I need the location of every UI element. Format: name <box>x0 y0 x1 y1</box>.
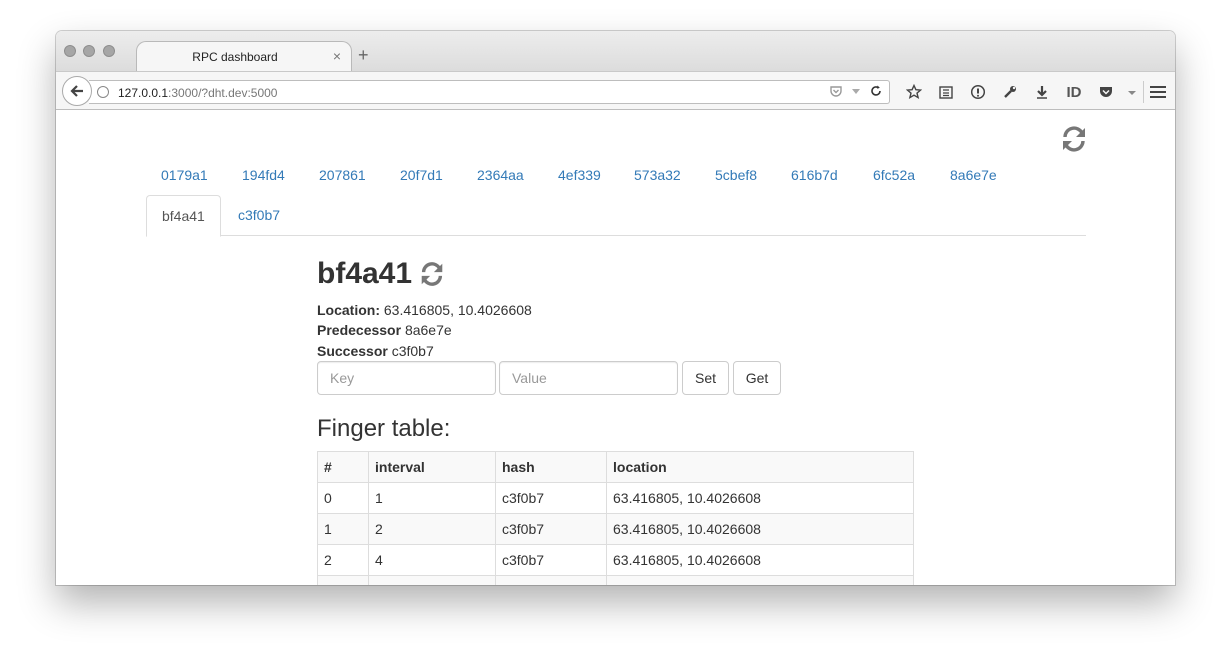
location-value: 63.416805, 10.4026608 <box>383 302 532 318</box>
refresh-icon[interactable] <box>1059 124 1089 154</box>
table-row: 1 2 c3f0b7 63.416805, 10.4026608 <box>317 513 914 545</box>
node-tab-active[interactable]: bf4a41 <box>146 195 221 237</box>
url-host: 127.0.0.1 <box>118 86 169 100</box>
refresh-icon[interactable] <box>418 260 446 288</box>
reload-icon[interactable] <box>869 84 883 101</box>
predecessor-label: Predecessor <box>317 322 402 338</box>
node-tab[interactable]: 6fc52a <box>858 155 930 195</box>
menu-line-icon <box>1150 91 1166 93</box>
table-cell <box>368 575 496 585</box>
table-cell <box>606 575 914 585</box>
node-tabs: 0179a1 194fd4 207861 20f7d1 2364aa 4ef33… <box>146 155 1086 237</box>
table-cell: c3f0b7 <box>495 544 607 576</box>
bookmark-star-icon[interactable] <box>898 81 930 103</box>
menu-line-icon <box>1150 96 1166 98</box>
table-cell: 1 <box>317 513 369 545</box>
page-content: 0179a1 194fd4 207861 20f7d1 2364aa 4ef33… <box>56 111 1175 585</box>
set-button[interactable]: Set <box>682 361 729 395</box>
node-tab[interactable]: 4ef339 <box>543 155 616 195</box>
wrench-icon[interactable] <box>994 81 1026 103</box>
globe-icon <box>97 86 109 98</box>
predecessor-line: Predecessor 8a6e7e <box>317 322 452 338</box>
table-cell: c3f0b7 <box>495 513 607 545</box>
node-tab[interactable]: 5cbef8 <box>700 155 772 195</box>
url-actions <box>829 84 883 101</box>
navigation-bar: 127.0.0.1:3000/?dht.dev:5000 ID <box>56 71 1175 110</box>
node-tab[interactable]: 8a6e7e <box>935 155 1012 195</box>
column-header: interval <box>368 451 496 483</box>
menu-line-icon <box>1150 86 1166 88</box>
table-cell: 0 <box>317 482 369 514</box>
back-button[interactable] <box>62 76 92 106</box>
url-bar[interactable]: 127.0.0.1:3000/?dht.dev:5000 <box>89 80 890 104</box>
download-icon[interactable] <box>1026 81 1058 103</box>
node-tab[interactable]: 616b7d <box>776 155 853 195</box>
node-title: bf4a41 <box>317 257 413 290</box>
url-path: :3000/?dht.dev:5000 <box>168 86 278 100</box>
browser-tab[interactable]: RPC dashboard × <box>136 41 352 72</box>
table-cell: 1 <box>368 482 496 514</box>
close-window-button[interactable] <box>64 45 76 57</box>
pocket-small-icon[interactable] <box>829 84 843 101</box>
finger-table-title: Finger table: <box>317 415 451 442</box>
new-tab-button[interactable]: + <box>358 46 369 64</box>
location-label: Location: <box>317 302 380 318</box>
node-tab[interactable]: 0179a1 <box>146 155 223 195</box>
pocket-icon[interactable] <box>1090 81 1122 103</box>
node-tab[interactable]: c3f0b7 <box>223 195 295 235</box>
node-tab[interactable]: 573a32 <box>619 155 696 195</box>
table-row: 0 1 c3f0b7 63.416805, 10.4026608 <box>317 482 914 514</box>
column-header: # <box>317 451 369 483</box>
table-cell: 4 <box>368 544 496 576</box>
table-cell: 63.416805, 10.4026608 <box>606 513 914 545</box>
browser-toolbar: ID <box>898 81 1142 103</box>
key-input[interactable]: Key <box>317 361 496 395</box>
dropdown-arrow-icon[interactable] <box>851 84 861 101</box>
successor-line: Successor c3f0b7 <box>317 343 434 359</box>
id-extension-icon[interactable]: ID <box>1058 81 1090 103</box>
table-row: 2 4 c3f0b7 63.416805, 10.4026608 <box>317 544 914 576</box>
column-header: hash <box>495 451 607 483</box>
table-cell: 63.416805, 10.4026608 <box>606 544 914 576</box>
tab-title: RPC dashboard <box>192 50 278 64</box>
node-tab[interactable]: 2364aa <box>462 155 539 195</box>
table-header-row: # interval hash location <box>317 451 914 483</box>
finger-table: # interval hash location 0 1 c3f0b7 63.4… <box>317 451 914 585</box>
predecessor-value: 8a6e7e <box>404 322 452 338</box>
table-row <box>317 575 914 585</box>
location-line: Location: 63.416805, 10.4026608 <box>317 302 532 318</box>
tab-close-icon[interactable]: × <box>333 48 341 64</box>
table-cell <box>495 575 607 585</box>
hamburger-menu-button[interactable] <box>1143 81 1166 103</box>
browser-window: RPC dashboard × + 127.0.0.1:3000/?dht.de… <box>56 31 1175 585</box>
minimize-window-button[interactable] <box>83 45 95 57</box>
back-arrow-icon <box>70 85 83 97</box>
info-icon[interactable] <box>962 81 994 103</box>
title-bar: RPC dashboard × + <box>56 31 1175 72</box>
table-cell: 63.416805, 10.4026608 <box>606 482 914 514</box>
table-cell: 2 <box>368 513 496 545</box>
url-text[interactable]: 127.0.0.1:3000/?dht.dev:5000 <box>118 86 277 100</box>
successor-label: Successor <box>317 343 388 359</box>
pocket-dropdown-icon[interactable] <box>1122 81 1142 103</box>
zoom-window-button[interactable] <box>103 45 115 57</box>
get-button[interactable]: Get <box>733 361 781 395</box>
reading-list-icon[interactable] <box>930 81 962 103</box>
successor-value: c3f0b7 <box>391 343 434 359</box>
node-tab[interactable]: 20f7d1 <box>385 155 458 195</box>
column-header: location <box>606 451 914 483</box>
table-cell: 2 <box>317 544 369 576</box>
table-cell <box>317 575 369 585</box>
value-input[interactable]: Value <box>499 361 678 395</box>
node-tab[interactable]: 194fd4 <box>227 155 300 195</box>
table-cell: c3f0b7 <box>495 482 607 514</box>
node-tab[interactable]: 207861 <box>304 155 381 195</box>
